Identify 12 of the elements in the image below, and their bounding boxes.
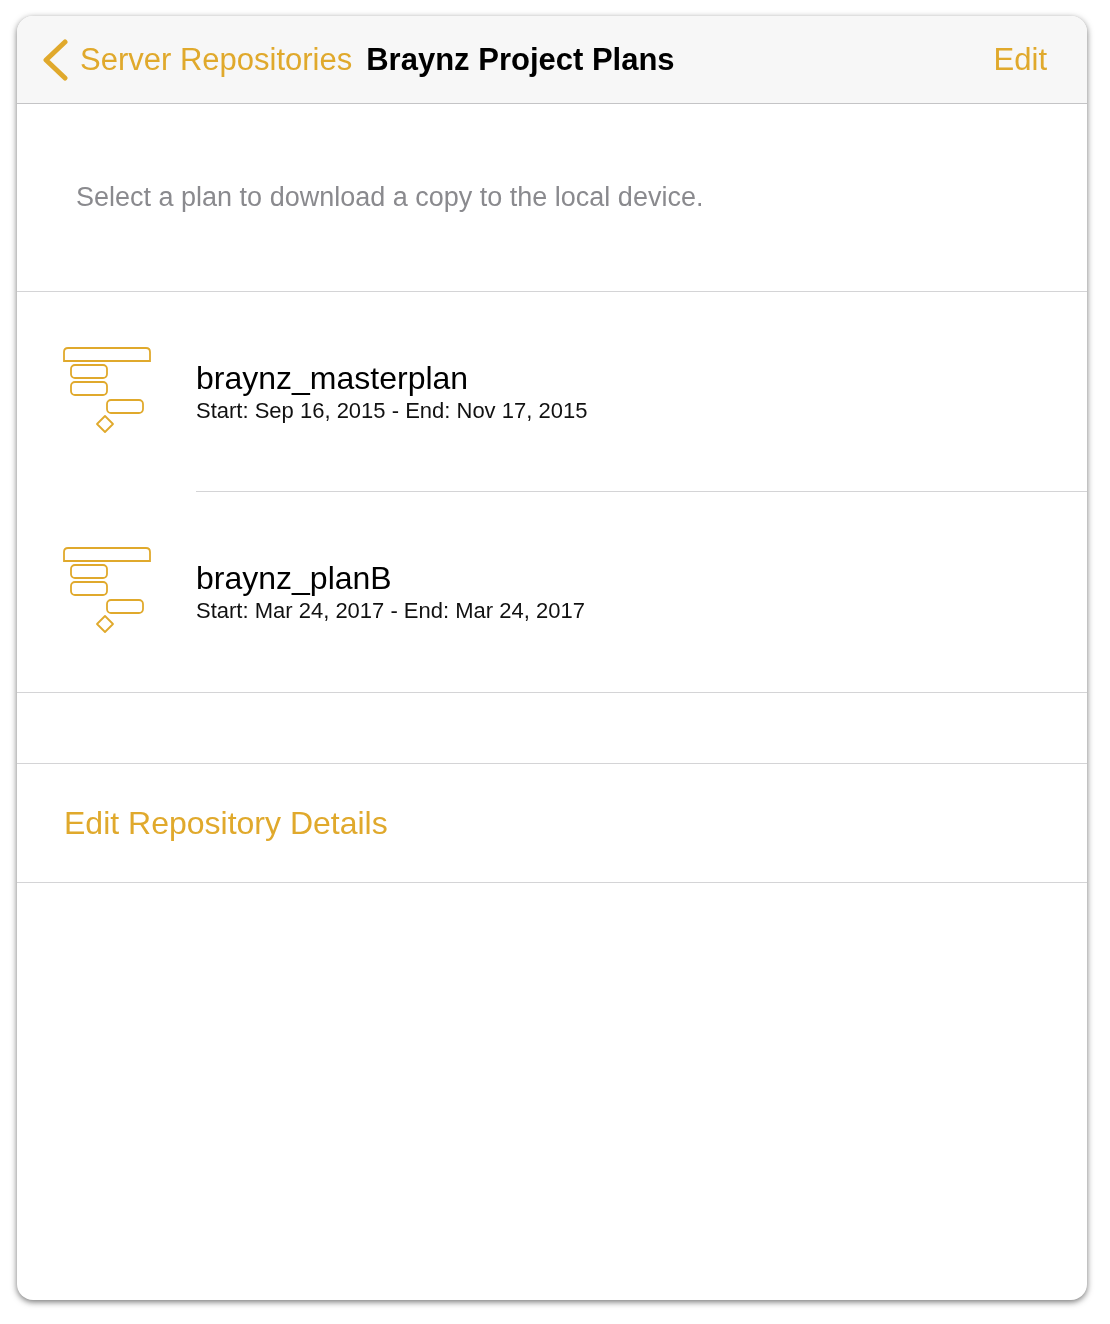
chevron-left-icon <box>42 38 68 81</box>
gantt-chart-icon <box>63 346 151 434</box>
plan-dates: Start: Sep 16, 2015 - End: Nov 17, 2015 <box>196 397 589 425</box>
gantt-chart-icon <box>63 546 151 634</box>
plan-name[interactable]: braynz_planB <box>196 560 1087 596</box>
edit-button[interactable]: Edit <box>993 41 1047 78</box>
edit-repository-details-button[interactable]: Edit Repository Details <box>64 804 388 842</box>
instruction-text: Select a plan to download a copy to the local device. <box>76 182 704 213</box>
back-button[interactable]: Server Repositories <box>42 38 353 81</box>
plan-dates: Start: Mar 24, 2017 - End: Mar 24, 2017 <box>196 597 586 625</box>
page-title: Braynz Project Plans <box>366 41 675 78</box>
plan-name[interactable]: braynz_masterplan <box>196 360 1087 396</box>
